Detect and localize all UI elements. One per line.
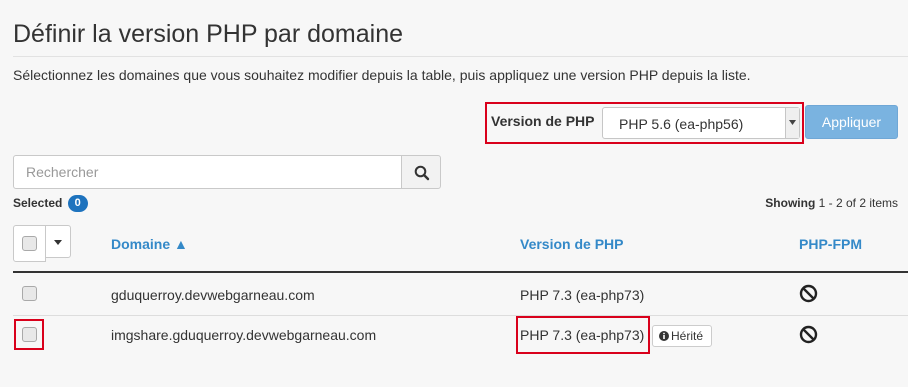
version-label: Version de PHP: [491, 113, 595, 129]
selected-count: Selected 0: [13, 195, 88, 212]
php-version-select[interactable]: PHP 5.6 (ea-php56): [602, 107, 800, 139]
bulk-select-dropdown[interactable]: [45, 225, 71, 258]
row-divider: [13, 315, 908, 316]
search-button[interactable]: [401, 155, 441, 189]
row-domain: gduquerroy.devwebgarneau.com: [111, 287, 315, 303]
info-icon: [659, 331, 669, 341]
page-description: Sélectionnez les domaines que vous souha…: [13, 67, 751, 83]
search-icon: [414, 165, 430, 181]
showing-info: Showing 1 - 2 of 2 items: [765, 196, 898, 210]
row-php-version: PHP 7.3 (ea-php73): [520, 327, 645, 343]
select-all-checkbox[interactable]: [22, 236, 37, 251]
search-input[interactable]: Rechercher: [13, 155, 402, 189]
ban-icon: [799, 284, 818, 303]
bulk-select-control: [13, 225, 71, 262]
row-php-version: PHP 7.3 (ea-php73): [520, 287, 645, 303]
selected-badge: 0: [67, 195, 88, 212]
header-divider: [13, 271, 908, 273]
column-domain[interactable]: Domaine ▲: [111, 236, 188, 252]
inherited-badge: Hérité: [652, 325, 712, 347]
selected-label: Selected: [13, 196, 63, 210]
showing-prefix: Showing: [765, 196, 816, 210]
ban-icon: [799, 325, 818, 344]
title-divider: [13, 56, 908, 57]
page-title: Définir la version PHP par domaine: [13, 20, 404, 48]
column-php-fpm[interactable]: PHP-FPM: [799, 236, 862, 252]
caret-down-icon: [789, 120, 796, 125]
column-php-version[interactable]: Version de PHP: [520, 236, 623, 252]
select-arrow[interactable]: [785, 108, 799, 138]
row-checkbox[interactable]: [22, 286, 37, 301]
select-all-wrapper: [13, 225, 46, 262]
caret-down-icon: [54, 240, 62, 245]
apply-button[interactable]: Appliquer: [805, 105, 898, 139]
row-domain: imgshare.gduquerroy.devwebgarneau.com: [111, 327, 377, 343]
php-version-select-value: PHP 5.6 (ea-php56): [619, 116, 744, 132]
showing-range: 1 - 2 of 2 items: [818, 196, 898, 210]
row-checkbox[interactable]: [22, 327, 37, 342]
inherited-label: Hérité: [671, 329, 704, 343]
